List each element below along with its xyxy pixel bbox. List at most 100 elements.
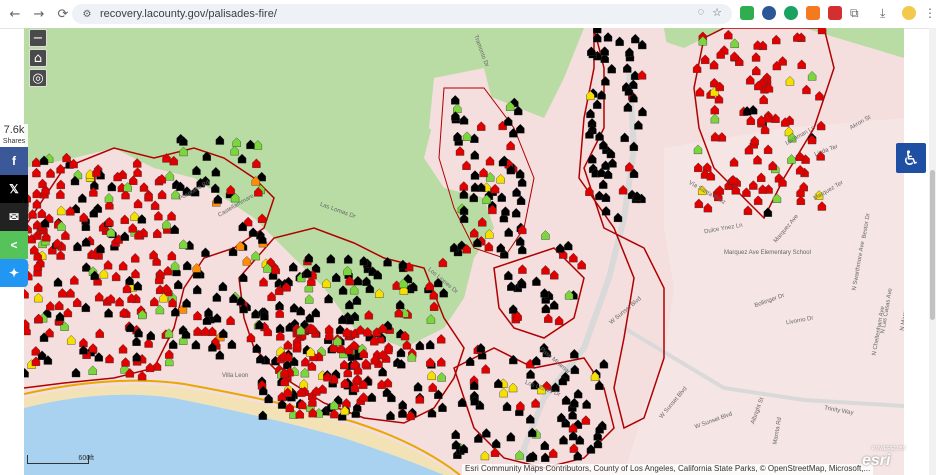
structure-marker[interactable] <box>398 408 407 418</box>
structure-marker[interactable] <box>772 34 781 45</box>
structure-marker[interactable] <box>149 249 158 260</box>
structure-marker[interactable] <box>24 367 29 378</box>
structure-marker[interactable] <box>386 410 395 421</box>
structure-marker[interactable] <box>82 262 91 272</box>
structure-marker[interactable] <box>550 269 559 280</box>
structure-marker[interactable] <box>111 271 121 282</box>
structure-marker[interactable] <box>38 178 47 189</box>
structure-marker[interactable] <box>531 398 540 408</box>
structure-marker[interactable] <box>724 29 733 40</box>
structure-marker[interactable] <box>304 294 314 304</box>
structure-marker[interactable] <box>256 353 265 364</box>
structure-marker[interactable] <box>570 397 579 408</box>
structure-marker[interactable] <box>595 380 604 390</box>
structure-marker[interactable] <box>128 223 137 233</box>
facebook-share-button[interactable]: f <box>0 147 28 175</box>
structure-marker[interactable] <box>710 131 720 142</box>
structure-marker[interactable] <box>541 265 550 275</box>
structure-marker[interactable] <box>459 189 469 199</box>
structure-marker[interactable] <box>815 90 824 101</box>
structure-marker[interactable] <box>555 243 565 253</box>
structure-marker[interactable] <box>438 402 447 412</box>
structure-marker[interactable] <box>499 387 508 398</box>
menu-icon[interactable]: ⋮ <box>924 6 936 20</box>
structure-marker[interactable] <box>34 282 43 292</box>
address-bar[interactable]: ⚙ recovery.lacounty.gov/palisades-fire/ … <box>72 4 732 24</box>
structure-marker[interactable] <box>367 392 377 402</box>
structure-marker[interactable] <box>532 276 541 286</box>
structure-marker[interactable] <box>174 279 183 290</box>
structure-marker[interactable] <box>507 281 516 291</box>
puzzle-icon[interactable]: ⧉ <box>850 6 864 20</box>
structure-marker[interactable] <box>437 372 446 382</box>
structure-marker[interactable] <box>506 140 515 151</box>
structure-marker[interactable] <box>496 173 505 184</box>
eye-off-icon[interactable]: ◌ <box>698 6 705 19</box>
structure-marker[interactable] <box>95 328 104 338</box>
structure-marker[interactable] <box>504 227 513 237</box>
structure-marker[interactable] <box>607 63 616 74</box>
structure-marker[interactable] <box>32 188 41 199</box>
structure-marker[interactable] <box>56 163 65 174</box>
home-button[interactable]: ⌂ <box>29 49 47 67</box>
structure-marker[interactable] <box>311 307 320 318</box>
structure-marker[interactable] <box>204 307 213 317</box>
structure-marker[interactable] <box>603 32 613 42</box>
structure-marker[interactable] <box>251 250 260 261</box>
bookmark-star-icon[interactable]: ☆ <box>712 6 722 19</box>
structure-marker[interactable] <box>710 113 720 124</box>
structure-marker[interactable] <box>504 116 513 126</box>
structure-marker[interactable] <box>342 398 351 408</box>
profile-avatar-icon[interactable] <box>902 6 916 20</box>
structure-marker[interactable] <box>710 104 719 115</box>
structure-marker[interactable] <box>752 65 761 76</box>
structure-marker[interactable] <box>246 332 256 343</box>
structure-marker[interactable] <box>131 268 140 279</box>
structure-marker[interactable] <box>212 292 222 302</box>
structure-marker[interactable] <box>459 181 469 191</box>
structure-marker[interactable] <box>701 54 710 65</box>
structure-marker[interactable] <box>516 195 526 205</box>
structure-marker[interactable] <box>56 189 65 199</box>
structure-marker[interactable] <box>455 146 465 156</box>
structure-marker[interactable] <box>165 349 174 359</box>
structure-marker[interactable] <box>501 206 510 216</box>
structure-marker[interactable] <box>516 123 525 134</box>
structure-marker[interactable] <box>480 450 490 461</box>
structure-marker[interactable] <box>451 429 460 439</box>
structure-marker[interactable] <box>753 40 762 50</box>
structure-marker[interactable] <box>482 428 491 438</box>
structure-marker[interactable] <box>58 288 67 298</box>
structure-marker[interactable] <box>541 303 551 314</box>
structure-marker[interactable] <box>427 370 436 380</box>
structure-marker[interactable] <box>129 175 138 185</box>
structure-marker[interactable] <box>413 381 423 392</box>
structure-marker[interactable] <box>81 302 91 313</box>
structure-marker[interactable] <box>137 214 147 224</box>
structure-marker[interactable] <box>107 181 117 192</box>
structure-marker[interactable] <box>802 84 811 95</box>
structure-marker[interactable] <box>295 409 305 419</box>
structure-marker[interactable] <box>540 440 550 450</box>
structure-marker[interactable] <box>569 443 579 453</box>
structure-marker[interactable] <box>470 182 480 192</box>
structure-marker[interactable] <box>79 212 88 222</box>
structure-marker[interactable] <box>759 94 768 105</box>
structure-marker[interactable] <box>115 296 124 307</box>
structure-marker[interactable] <box>120 214 129 224</box>
structure-marker[interactable] <box>94 291 104 302</box>
structure-marker[interactable] <box>817 28 827 35</box>
structure-marker[interactable] <box>267 291 276 301</box>
structure-marker[interactable] <box>193 310 202 321</box>
structure-marker[interactable] <box>251 308 260 319</box>
structure-marker[interactable] <box>593 28 602 34</box>
structure-marker[interactable] <box>692 63 702 73</box>
structure-marker[interactable] <box>485 155 495 166</box>
structure-marker[interactable] <box>66 335 76 345</box>
structure-marker[interactable] <box>55 311 65 322</box>
site-info-icon[interactable]: ⚙ <box>80 7 94 21</box>
structure-marker[interactable] <box>797 59 806 69</box>
structure-marker[interactable] <box>157 173 167 184</box>
structure-marker[interactable] <box>227 339 237 349</box>
structure-marker[interactable] <box>96 243 105 254</box>
